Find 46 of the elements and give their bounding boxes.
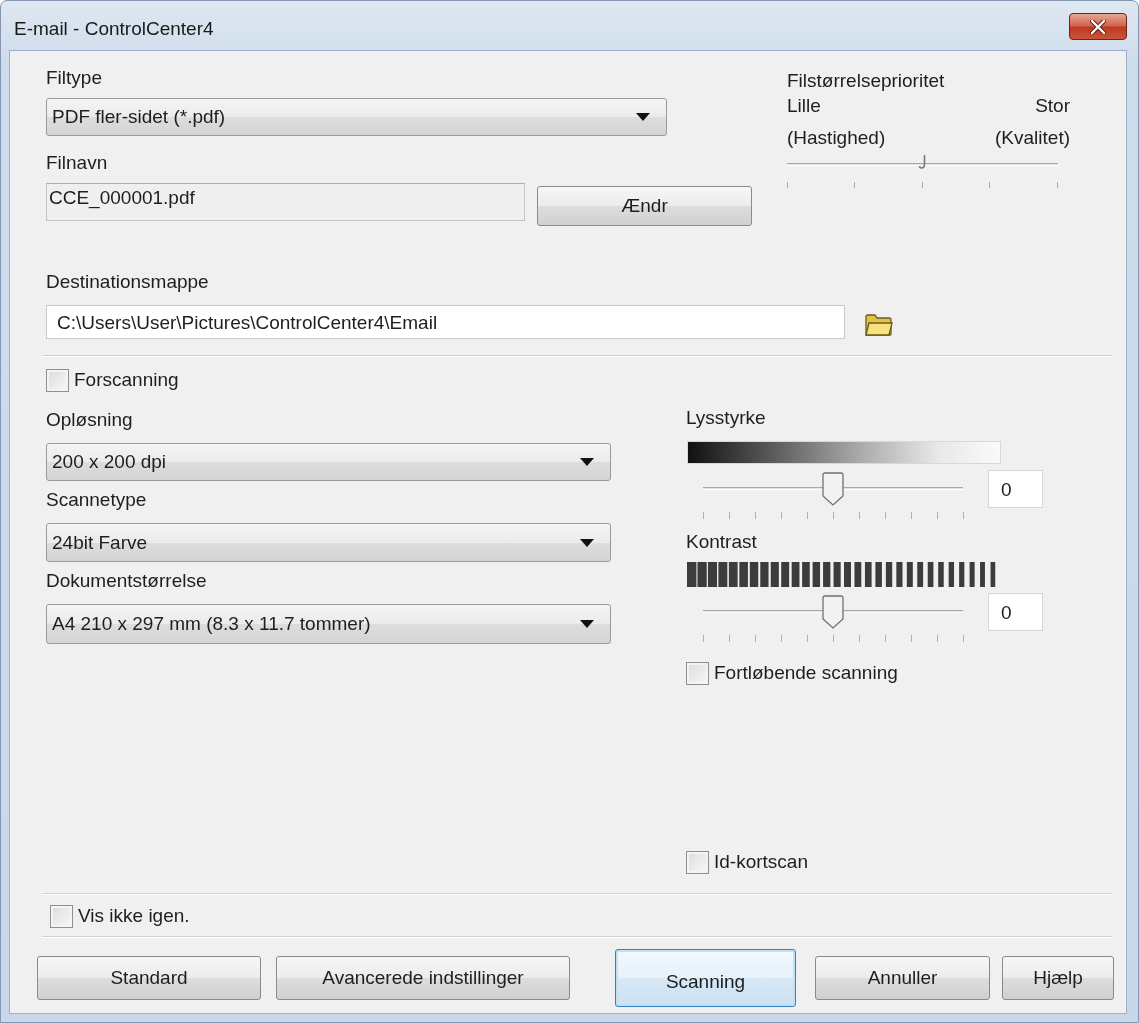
folder-path-field[interactable]: C:\Users\User\Pictures\ControlCenter4\Email — [46, 305, 845, 339]
checkbox-label[interactable]: Id-kortscan — [714, 851, 808, 873]
dropdown[interactable]: 24bit Farve — [46, 523, 611, 562]
slider-thumb[interactable] — [822, 595, 844, 629]
field-label: Filtype — [46, 68, 102, 88]
field-label: Destinationsmappe — [46, 272, 209, 292]
dropdown[interactable]: PDF fler-sidet (*.pdf) — [46, 98, 667, 136]
field-label: Opløsning — [46, 410, 133, 430]
checkbox[interactable] — [686, 661, 709, 685]
field-label: Dokumentstørrelse — [46, 571, 207, 591]
close-icon — [1090, 19, 1106, 34]
dropdown[interactable]: 200 x 200 dpi — [46, 443, 611, 481]
slider-max-hint: (Kvalitet) — [995, 128, 1070, 148]
dialog-button[interactable]: Avancerede indstillinger — [276, 956, 570, 1000]
window-title: E-mail - ControlCenter4 — [14, 17, 214, 40]
caret-icon — [580, 538, 594, 547]
dialog-button[interactable]: Scanning — [615, 949, 796, 1007]
field-label: Filnavn — [46, 153, 108, 173]
value-field[interactable]: 0 — [988, 593, 1043, 631]
caret-icon — [636, 113, 650, 121]
dialog-button[interactable]: Standard — [37, 956, 261, 1000]
slider-title: Filstørrelseprioritet — [787, 71, 945, 91]
field-label: Lysstyrke — [686, 408, 766, 428]
caret-icon — [580, 620, 594, 628]
checkbox[interactable] — [46, 368, 69, 392]
slider-thumb[interactable] — [822, 472, 844, 506]
dialog-button[interactable]: Hjælp — [1002, 956, 1114, 1000]
change-button[interactable]: Ændr — [537, 186, 752, 226]
dialog-button[interactable]: Annuller — [815, 956, 990, 1000]
slider-min-label: Lille — [787, 96, 821, 116]
checkbox[interactable] — [50, 904, 73, 928]
checkbox[interactable] — [686, 850, 709, 874]
slider-max-label: Stor — [1035, 96, 1070, 116]
checkbox-label[interactable]: Forscanning — [74, 369, 179, 391]
value-field[interactable]: 0 — [988, 470, 1043, 508]
field-label: Kontrast — [686, 532, 757, 552]
checkbox-label[interactable]: Fortløbende scanning — [714, 662, 898, 684]
filename-field[interactable]: CCE_000001.pdf — [46, 183, 525, 221]
slider-min-hint: (Hastighed) — [787, 128, 886, 148]
dropdown[interactable]: A4 210 x 297 mm (8.3 x 11.7 tommer) — [46, 604, 611, 644]
folder-icon[interactable] — [865, 314, 893, 336]
slider-thumb[interactable] — [918, 155, 927, 169]
field-label: Scannetype — [46, 490, 147, 510]
caret-icon — [580, 458, 594, 466]
checkbox-label[interactable]: Vis ikke igen. — [78, 905, 190, 927]
close-button[interactable] — [1069, 13, 1127, 40]
